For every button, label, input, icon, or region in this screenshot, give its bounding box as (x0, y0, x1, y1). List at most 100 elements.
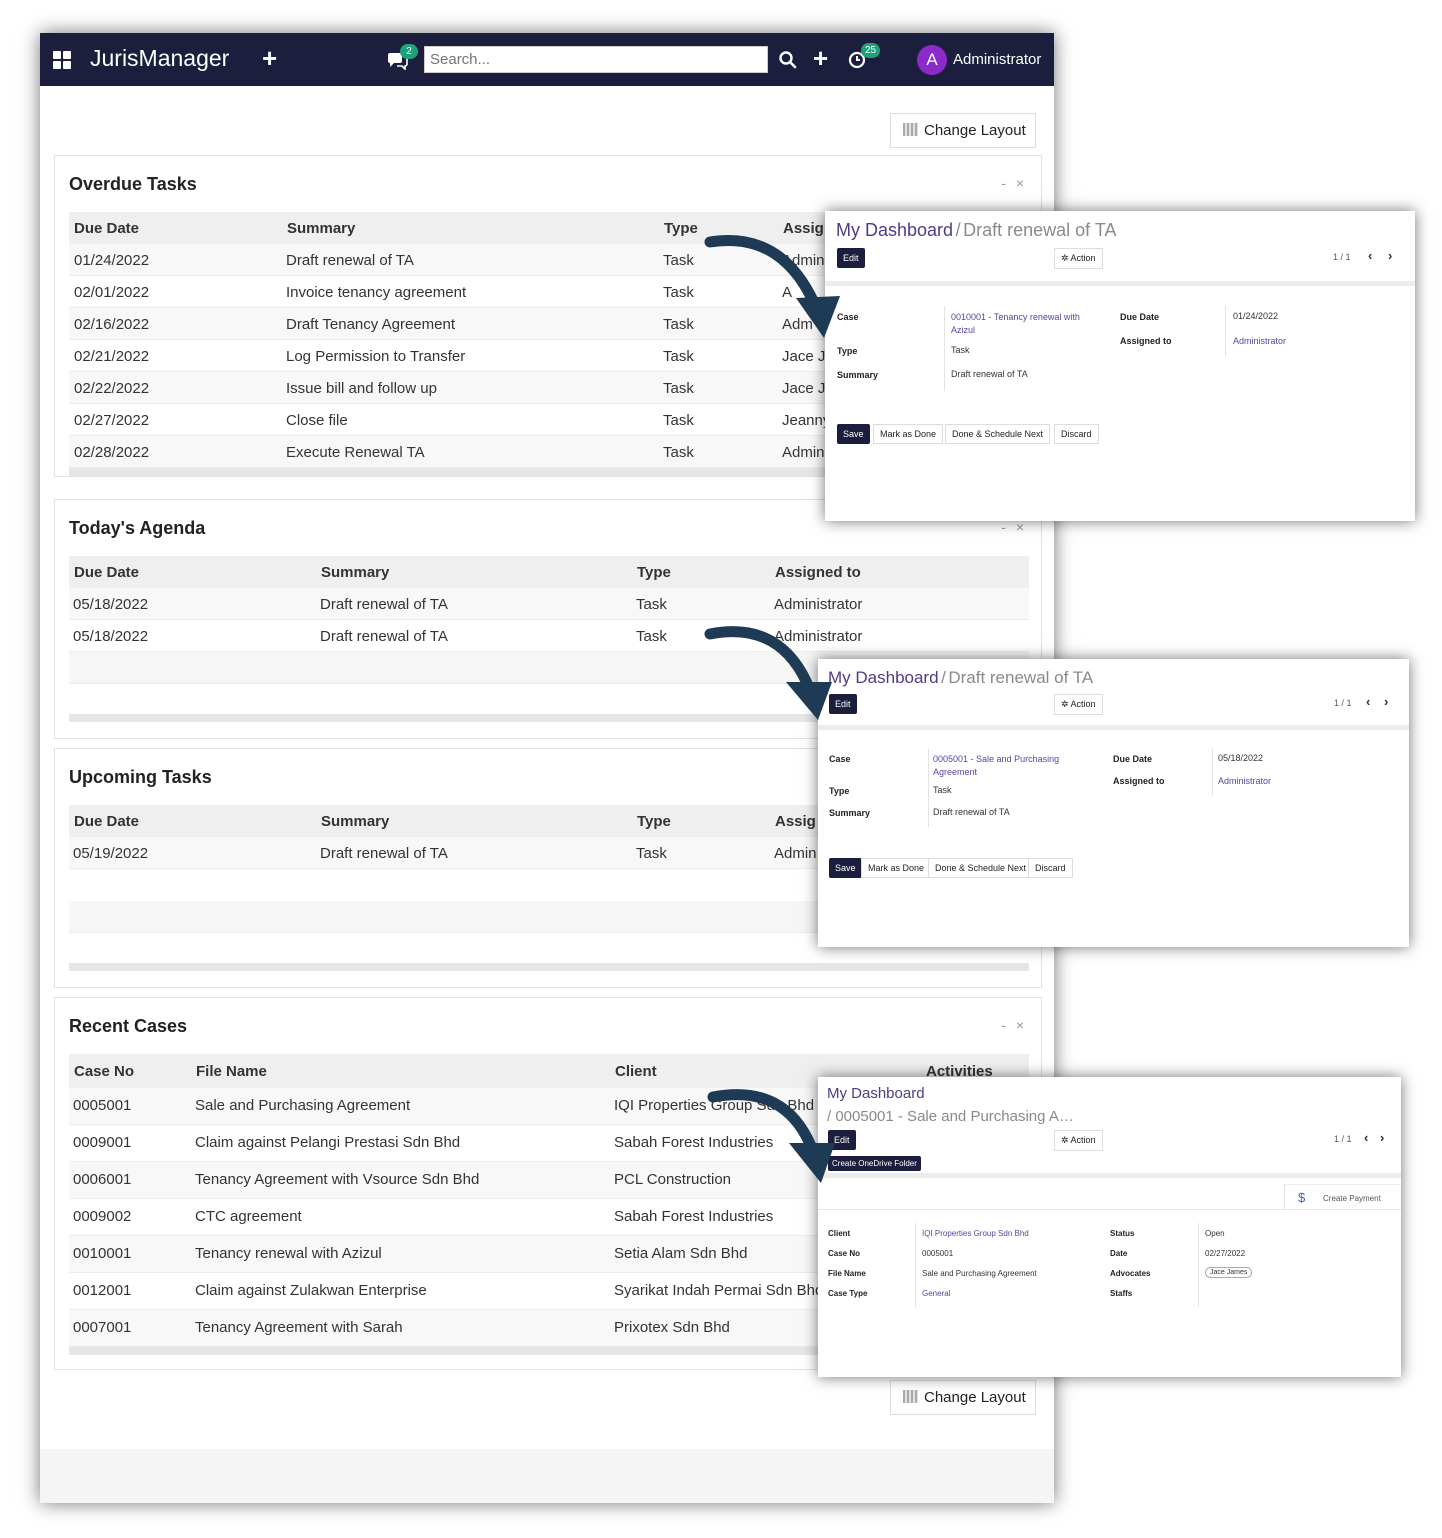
action-button[interactable]: ✲ Action (1054, 248, 1103, 269)
assigned-to-link[interactable]: Administrator (1233, 335, 1286, 348)
case-link[interactable]: 0010001 - Tenancy renewal with Azizul (951, 311, 1091, 337)
next-record-icon[interactable]: › (1388, 248, 1392, 263)
panel-title: Recent Cases (69, 1016, 188, 1036)
next-record-icon[interactable]: › (1380, 1130, 1384, 1145)
cell-type: Task (663, 444, 694, 461)
cell-due-date: 02/28/2022 (74, 444, 150, 461)
table-header: Due Date Summary Type Assigned to (69, 556, 1029, 588)
summary-label: Summary (829, 808, 871, 818)
change-layout-button-bottom[interactable]: Change Layout (890, 1380, 1036, 1415)
status-label: Status (1110, 1229, 1135, 1238)
cell-type: Task (636, 596, 667, 613)
col-assigned[interactable]: Assig (775, 813, 816, 830)
arrow-to-popup-1 (704, 235, 840, 338)
table-row[interactable]: 05/18/2022 Draft renewal of TA Task Adminis… (69, 620, 1029, 652)
advocate-tag[interactable]: Jace James (1205, 1267, 1253, 1278)
breadcrumb-current: Draft renewal of TA (948, 668, 1094, 687)
arrow-to-popup-3 (707, 1089, 835, 1183)
col-file-name[interactable]: File Name (196, 1063, 267, 1080)
due-date-label: Due Date (1113, 754, 1153, 764)
breadcrumb-dashboard-link[interactable]: My Dashboard (836, 220, 953, 240)
panel-title: Overdue Tasks (69, 174, 197, 194)
col-summary[interactable]: Summary (321, 564, 389, 581)
create-icon[interactable]: + (813, 43, 828, 74)
col-summary[interactable]: Summary (287, 220, 355, 237)
next-record-icon[interactable]: › (1384, 694, 1388, 709)
col-type[interactable]: Type (664, 220, 698, 237)
cell-file-name: CTC agreement (195, 1208, 302, 1225)
apps-menu-icon[interactable] (53, 51, 71, 69)
create-payment-label: Create Payment (1323, 1194, 1381, 1203)
done-schedule-next-button[interactable]: Done & Schedule Next (928, 858, 1034, 878)
assigned-to-link[interactable]: Administrator (1218, 775, 1271, 788)
cell-summary: Draft renewal of TA (320, 628, 448, 645)
activities-icon[interactable]: 25 (848, 43, 881, 70)
col-client[interactable]: Client (615, 1063, 657, 1080)
col-case-no[interactable]: Case No (74, 1063, 134, 1080)
cell-type: Task (636, 628, 667, 645)
mark-as-done-button[interactable]: Mark as Done (861, 858, 932, 878)
cell-file-name: Tenancy renewal with Azizul (195, 1245, 382, 1262)
discard-button[interactable]: Discard (1054, 424, 1099, 444)
previous-record-icon[interactable]: ‹ (1368, 248, 1372, 263)
previous-record-icon[interactable]: ‹ (1366, 694, 1370, 709)
screenshot-stage: JurisManager + 2 + 25 A Administrator Ch… (0, 0, 1442, 1538)
panel-controls[interactable]: - × (1001, 519, 1027, 535)
case-link[interactable]: 0005001 - Sale and Purchasing Agreement (933, 753, 1068, 779)
change-layout-label: Change Layout (924, 122, 1026, 139)
case-form-popup: My Dashboard / 0005001 - Sale and Purcha… (818, 1077, 1401, 1377)
col-type[interactable]: Type (637, 813, 671, 830)
search-input[interactable] (424, 46, 768, 73)
dollar-icon: $ (1298, 1190, 1306, 1205)
done-schedule-next-button[interactable]: Done & Schedule Next (945, 424, 1051, 444)
cell-due-date: 05/18/2022 (73, 596, 149, 613)
cell-client: Sabah Forest Industries (614, 1208, 774, 1225)
cell-summary: Draft Tenancy Agreement (286, 316, 455, 333)
col-type[interactable]: Type (637, 564, 671, 581)
case-type-link[interactable]: General (922, 1287, 950, 1300)
cell-file-name: Tenancy Agreement with Sarah (195, 1319, 403, 1336)
panel-controls[interactable]: - × (1001, 175, 1027, 191)
panel-controls[interactable]: - × (1001, 1017, 1027, 1033)
due-date-value: 05/18/2022 (1218, 753, 1264, 763)
advocates-label: Advocates (1110, 1269, 1151, 1278)
top-navbar: JurisManager + 2 + 25 A Administrator (40, 33, 1054, 86)
pager: 1 / 1 (1333, 252, 1351, 262)
col-summary[interactable]: Summary (321, 813, 389, 830)
mark-as-done-button[interactable]: Mark as Done (873, 424, 944, 444)
discard-button[interactable]: Discard (1028, 858, 1073, 878)
quick-create-icon[interactable]: + (262, 43, 277, 74)
create-payment-button[interactable]: $ Create Payment (1284, 1184, 1401, 1210)
breadcrumb: My Dashboard / Draft renewal of TA (836, 220, 1117, 241)
search-icon[interactable] (778, 50, 798, 70)
action-button[interactable]: ✲ Action (1054, 694, 1103, 715)
user-name[interactable]: Administrator (953, 51, 1041, 68)
cell-case-no: 0006001 (73, 1171, 132, 1188)
date-label: Date (1110, 1249, 1128, 1258)
assigned-to-label: Assigned to (1120, 336, 1172, 346)
table-row[interactable]: 05/18/2022 Draft renewal of TA Task Adminis… (69, 588, 1029, 620)
cell-case-no: 0007001 (73, 1319, 132, 1336)
pager: 1 / 1 (1334, 1134, 1352, 1144)
user-avatar[interactable]: A (917, 45, 947, 75)
col-due-date[interactable]: Due Date (74, 813, 139, 830)
messages-count-badge: 2 (400, 44, 418, 59)
client-link[interactable]: IQI Properties Group Sdn Bhd (922, 1227, 1029, 1240)
col-assigned[interactable]: Assigned to (775, 564, 861, 581)
cell-type: Task (663, 380, 694, 397)
change-layout-button-top[interactable]: Change Layout (890, 113, 1036, 148)
horizontal-scrollbar[interactable] (69, 963, 1029, 971)
col-due-date[interactable]: Due Date (74, 564, 139, 581)
cell-case-no: 0009001 (73, 1134, 132, 1151)
col-due-date[interactable]: Due Date (74, 220, 139, 237)
cell-summary: Draft renewal of TA (320, 596, 448, 613)
save-button[interactable]: Save (837, 424, 870, 444)
action-button[interactable]: ✲ Action (1054, 1130, 1103, 1151)
messages-icon[interactable]: 2 (386, 44, 418, 71)
cell-file-name: Tenancy Agreement with Vsource Sdn Bhd (195, 1171, 480, 1188)
due-date-value: 01/24/2022 (1233, 311, 1279, 321)
previous-record-icon[interactable]: ‹ (1364, 1130, 1368, 1145)
save-button[interactable]: Save (829, 858, 862, 878)
brand-name[interactable]: JurisManager (90, 45, 229, 72)
assigned-to-label: Assigned to (1113, 776, 1165, 786)
